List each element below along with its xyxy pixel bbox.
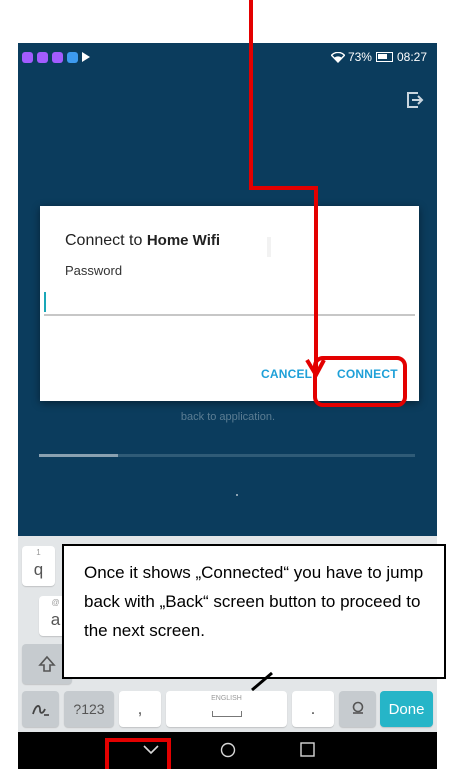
battery-icon xyxy=(375,52,393,62)
voice-key[interactable] xyxy=(339,691,376,727)
connect-dialog: Connect to Home Wifi Password CANCEL CON… xyxy=(40,206,419,401)
play-store-icon xyxy=(82,52,90,62)
exit-icon[interactable] xyxy=(405,90,425,110)
done-key[interactable]: Done xyxy=(380,691,433,727)
password-label: Password xyxy=(65,263,123,278)
key-a-hint: @ xyxy=(51,598,60,607)
key-a-label: a xyxy=(50,610,61,629)
cancel-button[interactable]: CANCEL xyxy=(261,367,312,381)
text-cursor xyxy=(44,292,46,312)
wifi-icon xyxy=(330,51,345,63)
home-nav-icon[interactable] xyxy=(220,742,236,758)
notification-app-icon xyxy=(67,51,78,63)
handwriting-key[interactable] xyxy=(22,691,59,727)
key-q-label: q xyxy=(33,560,44,579)
instruction-callout: Once it shows „Connected“ you have to ju… xyxy=(62,544,446,679)
progress-bar xyxy=(39,454,415,457)
dialog-divider xyxy=(267,237,271,257)
space-bar-icon xyxy=(211,711,242,717)
key-q[interactable]: 1 q xyxy=(22,546,55,586)
connect-button[interactable]: CONNECT xyxy=(337,367,398,381)
recents-nav-icon[interactable] xyxy=(300,742,315,757)
background-hint-text: back to application. xyxy=(180,411,276,423)
dialog-title: Connect to Home Wifi xyxy=(65,232,220,250)
notification-app-icon xyxy=(37,51,48,63)
clock: 08:27 xyxy=(396,50,427,64)
notification-app-icon xyxy=(22,51,33,63)
comma-key[interactable]: , xyxy=(119,691,161,727)
network-name: Home Wifi xyxy=(146,232,221,249)
notification-app-icon xyxy=(52,51,63,63)
battery-percent: 73% xyxy=(347,50,372,64)
shift-icon xyxy=(38,655,56,672)
status-bar: 73% 08:27 xyxy=(18,43,437,71)
dialog-title-prefix: Connect to xyxy=(65,232,143,249)
space-key[interactable]: ENGLISH xyxy=(166,691,287,727)
progress-fill xyxy=(39,454,118,457)
password-input[interactable] xyxy=(44,314,415,316)
status-right: 73% 08:27 xyxy=(330,50,427,64)
back-nav-icon[interactable] xyxy=(143,745,159,755)
microphone-icon xyxy=(352,701,363,714)
navigation-bar xyxy=(18,732,437,769)
handwriting-icon xyxy=(31,705,49,716)
key-q-hint: 1 xyxy=(36,548,41,557)
page-indicator-dot xyxy=(236,494,238,496)
period-key[interactable]: . xyxy=(292,691,334,727)
symbols-key[interactable]: ?123 xyxy=(64,691,114,727)
space-key-hint: ENGLISH xyxy=(211,695,242,702)
